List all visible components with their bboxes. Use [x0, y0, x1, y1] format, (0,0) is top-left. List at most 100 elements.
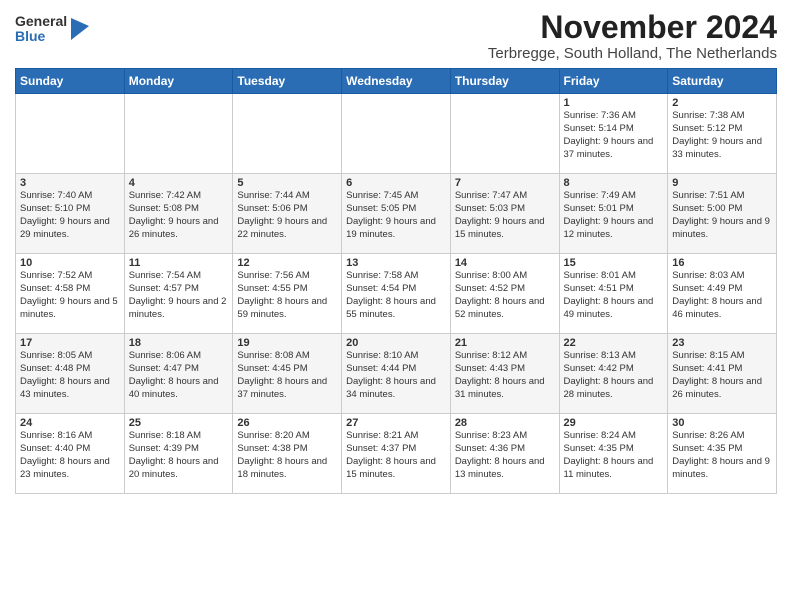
day-number: 13 [346, 257, 446, 269]
day-number: 26 [237, 417, 337, 429]
day-number: 4 [129, 177, 229, 189]
calendar-cell [16, 94, 125, 174]
day-number: 18 [129, 337, 229, 349]
calendar-cell: 3Sunrise: 7:40 AM Sunset: 5:10 PM Daylig… [16, 174, 125, 254]
day-number: 25 [129, 417, 229, 429]
day-info: Sunrise: 8:24 AM Sunset: 4:35 PM Dayligh… [564, 430, 664, 481]
day-number: 12 [237, 257, 337, 269]
day-number: 9 [672, 177, 772, 189]
day-number: 28 [455, 417, 555, 429]
day-number: 22 [564, 337, 664, 349]
day-info: Sunrise: 8:26 AM Sunset: 4:35 PM Dayligh… [672, 430, 772, 481]
calendar-cell: 19Sunrise: 8:08 AM Sunset: 4:45 PM Dayli… [233, 334, 342, 414]
calendar-cell: 24Sunrise: 8:16 AM Sunset: 4:40 PM Dayli… [16, 414, 125, 494]
day-info: Sunrise: 7:52 AM Sunset: 4:58 PM Dayligh… [20, 270, 120, 321]
day-info: Sunrise: 7:42 AM Sunset: 5:08 PM Dayligh… [129, 190, 229, 241]
calendar-cell: 1Sunrise: 7:36 AM Sunset: 5:14 PM Daylig… [559, 94, 668, 174]
day-info: Sunrise: 8:18 AM Sunset: 4:39 PM Dayligh… [129, 430, 229, 481]
day-info: Sunrise: 8:21 AM Sunset: 4:37 PM Dayligh… [346, 430, 446, 481]
day-info: Sunrise: 7:44 AM Sunset: 5:06 PM Dayligh… [237, 190, 337, 241]
day-info: Sunrise: 7:40 AM Sunset: 5:10 PM Dayligh… [20, 190, 120, 241]
calendar-cell: 27Sunrise: 8:21 AM Sunset: 4:37 PM Dayli… [342, 414, 451, 494]
calendar-cell: 28Sunrise: 8:23 AM Sunset: 4:36 PM Dayli… [450, 414, 559, 494]
day-info: Sunrise: 7:49 AM Sunset: 5:01 PM Dayligh… [564, 190, 664, 241]
day-info: Sunrise: 7:54 AM Sunset: 4:57 PM Dayligh… [129, 270, 229, 321]
day-number: 15 [564, 257, 664, 269]
logo-text: General Blue [15, 14, 67, 45]
calendar-cell: 29Sunrise: 8:24 AM Sunset: 4:35 PM Dayli… [559, 414, 668, 494]
calendar-cell: 12Sunrise: 7:56 AM Sunset: 4:55 PM Dayli… [233, 254, 342, 334]
calendar-cell: 30Sunrise: 8:26 AM Sunset: 4:35 PM Dayli… [668, 414, 777, 494]
week-row-2: 3Sunrise: 7:40 AM Sunset: 5:10 PM Daylig… [16, 174, 777, 254]
day-number: 29 [564, 417, 664, 429]
month-title: November 2024 [488, 10, 777, 45]
day-number: 5 [237, 177, 337, 189]
calendar-cell: 21Sunrise: 8:12 AM Sunset: 4:43 PM Dayli… [450, 334, 559, 414]
day-info: Sunrise: 7:47 AM Sunset: 5:03 PM Dayligh… [455, 190, 555, 241]
calendar-cell: 5Sunrise: 7:44 AM Sunset: 5:06 PM Daylig… [233, 174, 342, 254]
day-number: 1 [564, 97, 664, 109]
day-info: Sunrise: 8:16 AM Sunset: 4:40 PM Dayligh… [20, 430, 120, 481]
col-header-monday: Monday [124, 69, 233, 94]
day-number: 11 [129, 257, 229, 269]
day-number: 16 [672, 257, 772, 269]
location-title: Terbregge, South Holland, The Netherland… [488, 45, 777, 62]
day-info: Sunrise: 8:23 AM Sunset: 4:36 PM Dayligh… [455, 430, 555, 481]
col-header-wednesday: Wednesday [342, 69, 451, 94]
day-info: Sunrise: 8:20 AM Sunset: 4:38 PM Dayligh… [237, 430, 337, 481]
calendar-cell: 18Sunrise: 8:06 AM Sunset: 4:47 PM Dayli… [124, 334, 233, 414]
logo-icon [71, 18, 89, 40]
col-header-friday: Friday [559, 69, 668, 94]
col-header-tuesday: Tuesday [233, 69, 342, 94]
day-number: 23 [672, 337, 772, 349]
day-number: 30 [672, 417, 772, 429]
calendar-cell: 15Sunrise: 8:01 AM Sunset: 4:51 PM Dayli… [559, 254, 668, 334]
day-number: 20 [346, 337, 446, 349]
calendar-cell: 8Sunrise: 7:49 AM Sunset: 5:01 PM Daylig… [559, 174, 668, 254]
week-row-1: 1Sunrise: 7:36 AM Sunset: 5:14 PM Daylig… [16, 94, 777, 174]
day-info: Sunrise: 8:13 AM Sunset: 4:42 PM Dayligh… [564, 350, 664, 401]
day-info: Sunrise: 7:45 AM Sunset: 5:05 PM Dayligh… [346, 190, 446, 241]
day-number: 6 [346, 177, 446, 189]
day-info: Sunrise: 8:03 AM Sunset: 4:49 PM Dayligh… [672, 270, 772, 321]
col-header-saturday: Saturday [668, 69, 777, 94]
day-info: Sunrise: 8:08 AM Sunset: 4:45 PM Dayligh… [237, 350, 337, 401]
day-info: Sunrise: 8:15 AM Sunset: 4:41 PM Dayligh… [672, 350, 772, 401]
day-info: Sunrise: 7:36 AM Sunset: 5:14 PM Dayligh… [564, 110, 664, 161]
day-number: 10 [20, 257, 120, 269]
page: General Blue November 2024 Terbregge, So… [0, 0, 792, 612]
calendar-cell: 4Sunrise: 7:42 AM Sunset: 5:08 PM Daylig… [124, 174, 233, 254]
day-info: Sunrise: 8:00 AM Sunset: 4:52 PM Dayligh… [455, 270, 555, 321]
day-number: 17 [20, 337, 120, 349]
week-row-3: 10Sunrise: 7:52 AM Sunset: 4:58 PM Dayli… [16, 254, 777, 334]
calendar-cell: 16Sunrise: 8:03 AM Sunset: 4:49 PM Dayli… [668, 254, 777, 334]
calendar-cell: 11Sunrise: 7:54 AM Sunset: 4:57 PM Dayli… [124, 254, 233, 334]
calendar-header-row: SundayMondayTuesdayWednesdayThursdayFrid… [16, 69, 777, 94]
col-header-thursday: Thursday [450, 69, 559, 94]
day-info: Sunrise: 8:10 AM Sunset: 4:44 PM Dayligh… [346, 350, 446, 401]
day-info: Sunrise: 7:56 AM Sunset: 4:55 PM Dayligh… [237, 270, 337, 321]
day-number: 8 [564, 177, 664, 189]
day-number: 19 [237, 337, 337, 349]
week-row-5: 24Sunrise: 8:16 AM Sunset: 4:40 PM Dayli… [16, 414, 777, 494]
day-info: Sunrise: 7:38 AM Sunset: 5:12 PM Dayligh… [672, 110, 772, 161]
calendar-cell: 23Sunrise: 8:15 AM Sunset: 4:41 PM Dayli… [668, 334, 777, 414]
day-number: 2 [672, 97, 772, 109]
logo-blue: Blue [15, 29, 67, 44]
header: General Blue November 2024 Terbregge, So… [15, 10, 777, 62]
day-info: Sunrise: 8:01 AM Sunset: 4:51 PM Dayligh… [564, 270, 664, 321]
day-number: 7 [455, 177, 555, 189]
calendar-cell: 10Sunrise: 7:52 AM Sunset: 4:58 PM Dayli… [16, 254, 125, 334]
day-number: 3 [20, 177, 120, 189]
day-number: 21 [455, 337, 555, 349]
day-number: 14 [455, 257, 555, 269]
day-info: Sunrise: 8:06 AM Sunset: 4:47 PM Dayligh… [129, 350, 229, 401]
calendar-cell: 9Sunrise: 7:51 AM Sunset: 5:00 PM Daylig… [668, 174, 777, 254]
calendar-cell [124, 94, 233, 174]
calendar-cell: 7Sunrise: 7:47 AM Sunset: 5:03 PM Daylig… [450, 174, 559, 254]
logo-general: General [15, 14, 67, 29]
calendar-cell: 17Sunrise: 8:05 AM Sunset: 4:48 PM Dayli… [16, 334, 125, 414]
calendar-cell [342, 94, 451, 174]
calendar-cell: 22Sunrise: 8:13 AM Sunset: 4:42 PM Dayli… [559, 334, 668, 414]
day-info: Sunrise: 7:58 AM Sunset: 4:54 PM Dayligh… [346, 270, 446, 321]
